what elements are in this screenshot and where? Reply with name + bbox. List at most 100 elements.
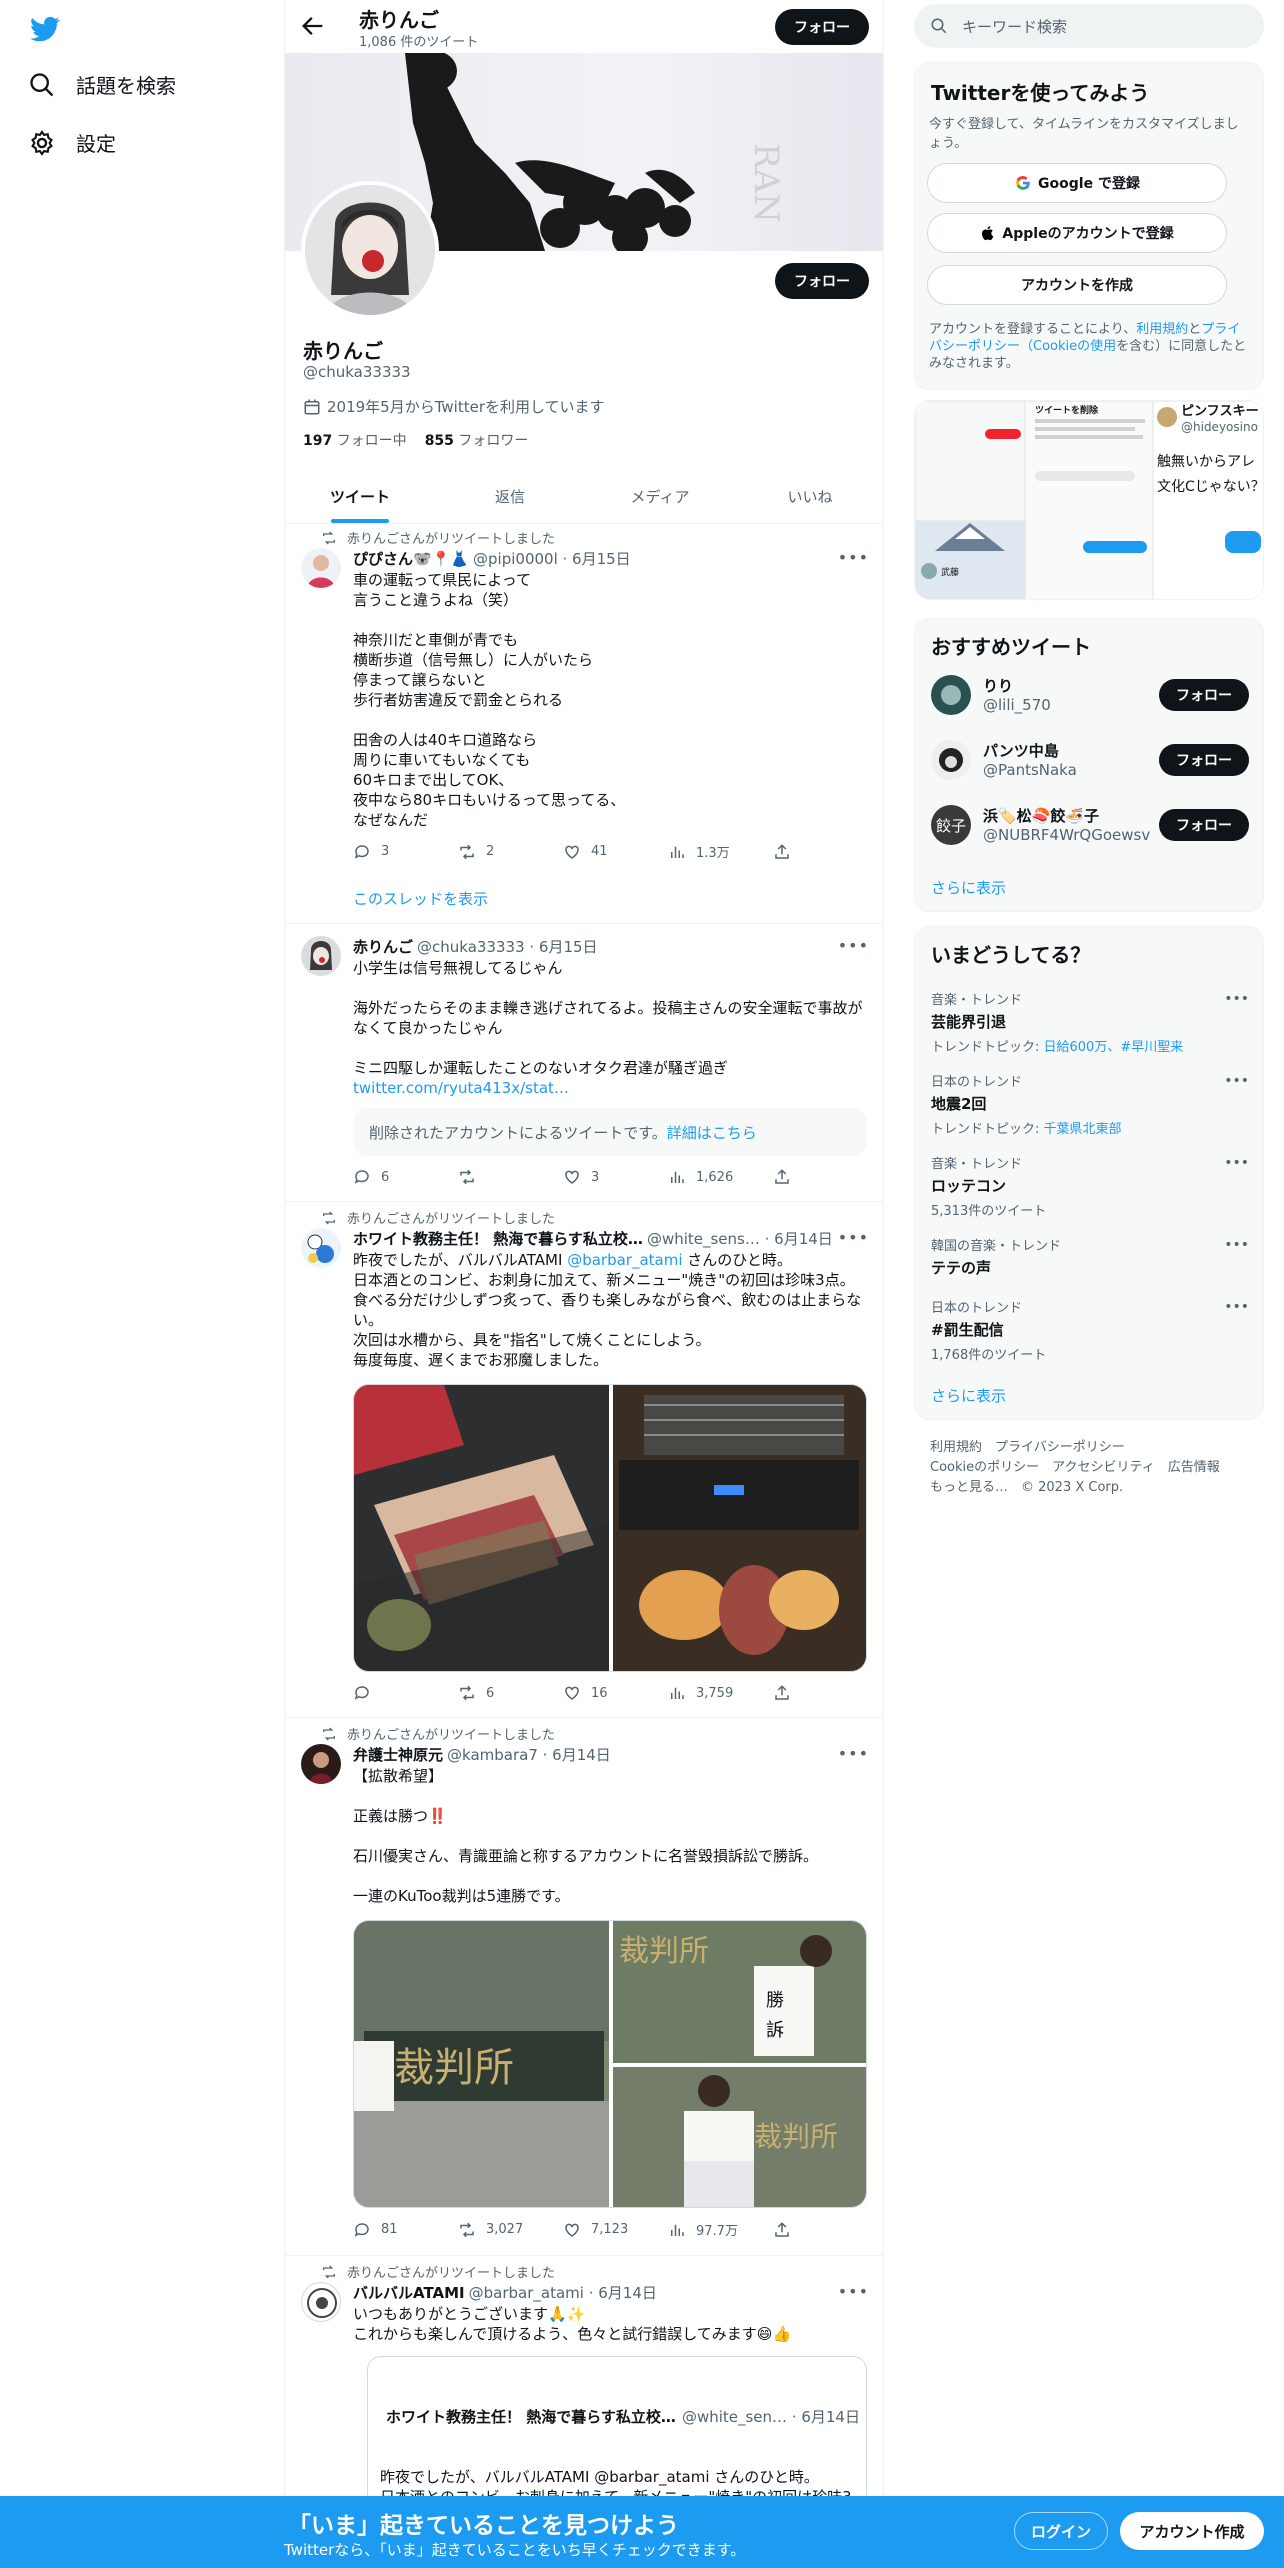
- back-arrow-icon[interactable]: [299, 12, 327, 40]
- retweet-icon: [460, 2222, 474, 2237]
- reply-button[interactable]: 3: [353, 842, 453, 861]
- recommend-user[interactable]: 餃子 浜🏷️松🍣餃🍜子 @NUBRF4WrQGoewsv フォロー: [931, 801, 1249, 849]
- terms-text: アカウントを登録することにより、利用規約とプライバシーポリシー（Cookieの使…: [929, 322, 1247, 371]
- tab-likes[interactable]: いいね: [735, 470, 883, 523]
- signup-button[interactable]: アカウント作成: [1120, 2512, 1264, 2550]
- share-button[interactable]: [773, 842, 793, 861]
- share-button[interactable]: [773, 1168, 793, 1186]
- avatar[interactable]: [301, 2282, 341, 2322]
- tweet[interactable]: 赤りんご @chuka33333 · 6月15日 ••• 小学生は信号無視してる…: [285, 924, 883, 1202]
- share-button[interactable]: [773, 2220, 793, 2239]
- profile-follow-button[interactable]: フォロー: [775, 263, 869, 299]
- twitter-bird-icon[interactable]: [28, 14, 62, 44]
- recommend-user[interactable]: パンツ中島 @PantsNaka フォロー: [931, 736, 1249, 784]
- more-icon[interactable]: •••: [838, 2282, 869, 2301]
- more-icon[interactable]: •••: [838, 1228, 869, 1247]
- views-button[interactable]: 97.7万: [668, 2220, 768, 2239]
- views-button[interactable]: 3,759: [668, 1684, 768, 1702]
- trend-item[interactable]: 日本のトレンド #罰生配信 1,768件のツイート •••: [931, 1297, 1249, 1363]
- heart-icon: [565, 1170, 579, 1184]
- header-follow-button[interactable]: フォロー: [775, 9, 869, 45]
- like-button[interactable]: 7,123: [563, 2220, 663, 2239]
- show-thread-link[interactable]: このスレッドを表示: [353, 888, 488, 909]
- views-button[interactable]: 1.3万: [668, 842, 768, 861]
- bottom-subtitle: Twitterなら、「いま」起きていることをいち早くチェックできます。: [284, 2541, 746, 2559]
- share-icon: [775, 1685, 789, 1700]
- tweet-header: 赤りんご @chuka33333 · 6月15日: [353, 938, 598, 956]
- trend-item[interactable]: 音楽・トレンド ロッテコン 5,313件のツイート •••: [931, 1153, 1249, 1219]
- trend-item[interactable]: 日本のトレンド 地震2回 トレンドトピック: 千葉県北東部 •••: [931, 1071, 1249, 1137]
- retweet-icon: [460, 1685, 474, 1701]
- header-tweet-count: 1,086 件のツイート: [359, 35, 479, 50]
- follow-button[interactable]: フォロー: [1159, 679, 1249, 711]
- follow-button[interactable]: フォロー: [1159, 744, 1249, 776]
- share-button[interactable]: [773, 1684, 793, 1702]
- views-button[interactable]: 1,626: [668, 1168, 768, 1186]
- like-button[interactable]: 41: [563, 842, 663, 861]
- trend-item[interactable]: 音楽・トレンド 芸能界引退 トレンドトピック: 日給600万、#早川聖来 •••: [931, 989, 1249, 1055]
- reply-icon: [354, 1686, 369, 1700]
- tweet-link[interactable]: twitter.com/ryuta413x/stat…: [353, 1079, 569, 1097]
- avatar[interactable]: [301, 936, 341, 976]
- heart-icon: [565, 845, 579, 859]
- bottom-title: 「いま」起きていることを見つけよう: [288, 2513, 679, 2539]
- like-button[interactable]: 3: [563, 1168, 663, 1186]
- tweet-media[interactable]: 裁判所 裁判所 勝 訴 裁判所: [353, 1920, 867, 2208]
- login-button[interactable]: ログイン: [1014, 2512, 1108, 2550]
- profile-avatar[interactable]: [301, 181, 439, 319]
- trends-title: いまどうしてる？: [931, 943, 1091, 967]
- mention-link[interactable]: @barbar_atami: [567, 1251, 682, 1269]
- recommend-user[interactable]: りり @lili_570 フォロー: [931, 671, 1249, 719]
- share-icon: [775, 2221, 789, 2237]
- views-icon: [671, 1171, 684, 1183]
- more-icon[interactable]: •••: [1224, 1073, 1249, 1089]
- tweet[interactable]: 赤りんごさんがリツイートしました ぴぴさん🐨📍👗 @pipi0000l · 6月…: [285, 524, 883, 924]
- more-icon[interactable]: •••: [1224, 991, 1249, 1007]
- more-icon[interactable]: •••: [1224, 1299, 1249, 1315]
- google-signup-button[interactable]: Google で登録: [927, 163, 1227, 203]
- reply-button[interactable]: [353, 1684, 453, 1702]
- retweet-button[interactable]: 3,027: [458, 2220, 558, 2239]
- follow-button[interactable]: フォロー: [1159, 809, 1249, 841]
- avatar[interactable]: [301, 1228, 341, 1268]
- tab-media[interactable]: メディア: [585, 470, 735, 523]
- reply-button[interactable]: 6: [353, 1168, 453, 1186]
- more-icon[interactable]: •••: [1224, 1155, 1249, 1171]
- apple-signup-button[interactable]: Appleのアカウントで登録: [927, 213, 1227, 253]
- terms-link[interactable]: 利用規約: [1136, 322, 1188, 337]
- show-more-link[interactable]: さらに表示: [931, 877, 1006, 898]
- retweet-button[interactable]: [458, 1168, 558, 1186]
- joined-text: 2019年5月からTwitterを利用しています: [327, 398, 605, 416]
- reply-icon: [354, 2222, 369, 2237]
- nav-settings[interactable]: 設定: [28, 128, 116, 157]
- more-icon[interactable]: •••: [1224, 1237, 1249, 1253]
- retweet-button[interactable]: 6: [458, 1684, 558, 1702]
- like-button[interactable]: 16: [563, 1684, 663, 1702]
- tweet-media[interactable]: [353, 1384, 867, 1672]
- retweet-button[interactable]: 2: [458, 842, 558, 861]
- following-link[interactable]: 197 フォロー中: [303, 430, 407, 450]
- create-account-button[interactable]: アカウントを作成: [927, 265, 1227, 305]
- preview-user-label: 武藤: [941, 566, 959, 578]
- show-more-link[interactable]: さらに表示: [931, 1385, 1006, 1406]
- tweet[interactable]: 赤りんごさんがリツイートしました ホワイト教務主任！ 熱海で暮らす私立校… @w…: [285, 1202, 883, 1718]
- search-input[interactable]: キーワード検索: [914, 4, 1264, 48]
- retweet-indicator: 赤りんごさんがリツイートしました: [321, 2262, 555, 2281]
- tab-replies[interactable]: 返信: [435, 470, 585, 523]
- more-icon[interactable]: •••: [838, 936, 869, 955]
- reply-button[interactable]: 81: [353, 2220, 453, 2239]
- followers-link[interactable]: 855 フォロワー: [425, 430, 529, 450]
- avatar[interactable]: [301, 548, 341, 588]
- tab-tweets[interactable]: ツイート: [285, 470, 435, 523]
- trend-item[interactable]: 韓国の音楽・トレンド テテの声 •••: [931, 1235, 1249, 1278]
- nav-explore[interactable]: 話題を検索: [28, 70, 176, 99]
- media-preview-grid[interactable]: ツイートを削除 武藤 ピンフスキー @hideyosino 触無いからアレ 文化…: [914, 400, 1264, 600]
- details-link[interactable]: 詳細はこちら: [667, 1124, 757, 1142]
- food-photos: [354, 1385, 866, 1671]
- avatar: [931, 740, 971, 780]
- tweet[interactable]: 赤りんごさんがリツイートしました 弁護士神原元 @kambara7 · 6月14…: [285, 1718, 883, 2256]
- more-icon[interactable]: •••: [838, 1744, 869, 1763]
- avatar[interactable]: [301, 1744, 341, 1784]
- more-icon[interactable]: •••: [838, 548, 869, 567]
- signup-title: Twitterを使ってみよう: [931, 81, 1150, 105]
